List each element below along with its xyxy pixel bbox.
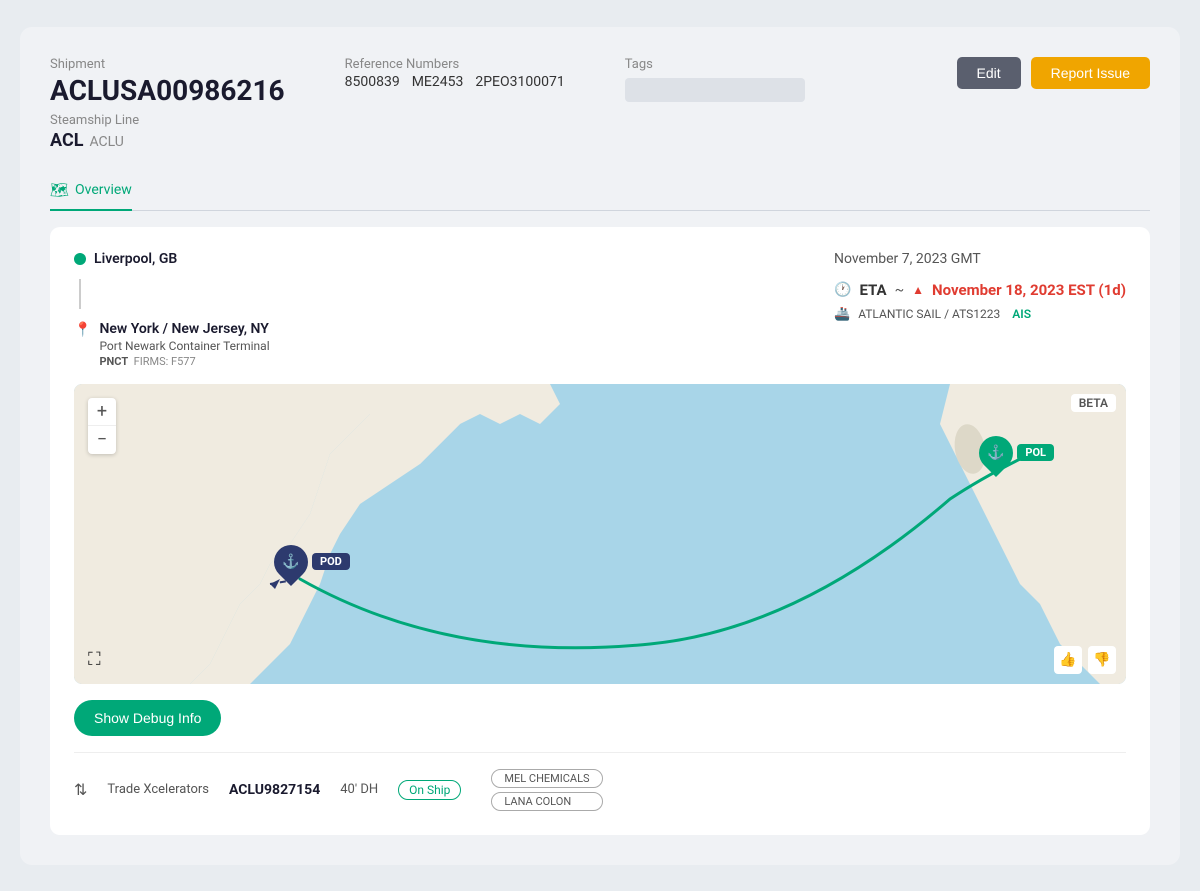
cargo-tag-1: MEL CHEMICALS bbox=[491, 769, 602, 788]
ref-3: 2PEO3100071 bbox=[475, 74, 564, 90]
pol-anchor-icon: ⚓ bbox=[988, 445, 1005, 461]
cargo-expand-icon[interactable]: ⇅ bbox=[74, 780, 87, 799]
map-icon: 🗺 bbox=[50, 181, 69, 199]
firms-code: FIRMS: F577 bbox=[134, 355, 196, 368]
terminal-code: PNCT bbox=[99, 355, 128, 368]
tags-input[interactable] bbox=[625, 78, 805, 102]
cargo-status-badge: On Ship bbox=[398, 780, 461, 800]
steamship-code: ACLU bbox=[89, 134, 123, 150]
ref-1: 8500839 bbox=[345, 74, 400, 90]
pod-marker: ⚓ POD bbox=[274, 545, 350, 579]
shipment-id: ACLUSA00986216 bbox=[50, 74, 285, 107]
tab-overview[interactable]: 🗺 Overview bbox=[50, 171, 132, 211]
eta-label: ETA bbox=[859, 281, 886, 299]
cargo-tags: MEL CHEMICALS LANA COLON bbox=[491, 769, 602, 811]
map-feedback: 👍 👎 bbox=[1054, 646, 1116, 674]
steamship-label: Steamship Line bbox=[50, 113, 285, 128]
eta-up-arrow-icon: ▲ bbox=[912, 283, 924, 297]
cargo-container-id: ACLU9827154 bbox=[229, 782, 320, 798]
pod-label: POD bbox=[312, 553, 350, 570]
departure-date: November 7, 2023 GMT bbox=[834, 251, 1126, 267]
reference-label: Reference Numbers bbox=[345, 57, 565, 72]
origin-city: Liverpool, GB bbox=[94, 251, 177, 267]
eta-date: November 18, 2023 EST (1d) bbox=[932, 281, 1126, 299]
edit-button[interactable]: Edit bbox=[957, 57, 1021, 89]
tab-overview-label: Overview bbox=[75, 182, 132, 198]
report-button[interactable]: Report Issue bbox=[1031, 57, 1150, 89]
destination-terminal: Port Newark Container Terminal bbox=[99, 339, 269, 353]
anchor-icon: ⚓ bbox=[282, 554, 299, 570]
clock-icon: 🕐 bbox=[834, 282, 851, 298]
map-zoom-controls: + − bbox=[88, 398, 116, 454]
eta-tilde: ~ bbox=[895, 282, 905, 298]
main-card: Liverpool, GB 📍 New York / New Jersey, N… bbox=[50, 227, 1150, 835]
pod-pin: ⚓ bbox=[267, 537, 315, 585]
cargo-company: Trade Xcelerators bbox=[107, 782, 209, 797]
zoom-in-button[interactable]: + bbox=[88, 398, 116, 426]
map-container: + − ⛶ BETA ⚓ POD ⚓ POL bbox=[74, 384, 1126, 684]
vessel-name: ATLANTIC SAIL / ATS1223 bbox=[858, 307, 1000, 321]
zoom-out-button[interactable]: − bbox=[88, 426, 116, 454]
reference-numbers: 8500839 ME2453 2PEO3100071 bbox=[345, 74, 565, 90]
origin-dot bbox=[74, 253, 86, 265]
destination-city: New York / New Jersey, NY bbox=[99, 321, 269, 337]
cargo-row: ⇅ Trade Xcelerators ACLU9827154 40' DH O… bbox=[74, 752, 1126, 811]
vessel-icon: 🚢 bbox=[834, 307, 850, 322]
pol-label: POL bbox=[1017, 444, 1054, 461]
map-expand-button[interactable]: ⛶ bbox=[88, 649, 101, 670]
debug-button[interactable]: Show Debug Info bbox=[74, 700, 221, 736]
cargo-size: 40' DH bbox=[340, 782, 378, 797]
steamship-value: ACL ACLU bbox=[50, 130, 285, 151]
beta-badge: BETA bbox=[1071, 394, 1116, 412]
tags-label: Tags bbox=[625, 57, 957, 72]
thumbs-down-button[interactable]: 👎 bbox=[1088, 646, 1116, 674]
pol-marker: ⚓ POL bbox=[979, 436, 1054, 470]
map-svg bbox=[74, 384, 1126, 684]
destination-codes: PNCT FIRMS: F577 bbox=[99, 355, 269, 368]
ref-2: ME2453 bbox=[412, 74, 464, 90]
cargo-tag-2: LANA COLON bbox=[491, 792, 602, 811]
route-line bbox=[79, 279, 81, 309]
thumbs-up-button[interactable]: 👍 bbox=[1054, 646, 1082, 674]
pol-pin: ⚓ bbox=[972, 428, 1020, 476]
destination-pin-icon: 📍 bbox=[74, 322, 91, 338]
steamship-name: ACL bbox=[50, 130, 83, 151]
ais-badge[interactable]: AIS bbox=[1012, 307, 1031, 321]
shipment-label: Shipment bbox=[50, 57, 285, 72]
